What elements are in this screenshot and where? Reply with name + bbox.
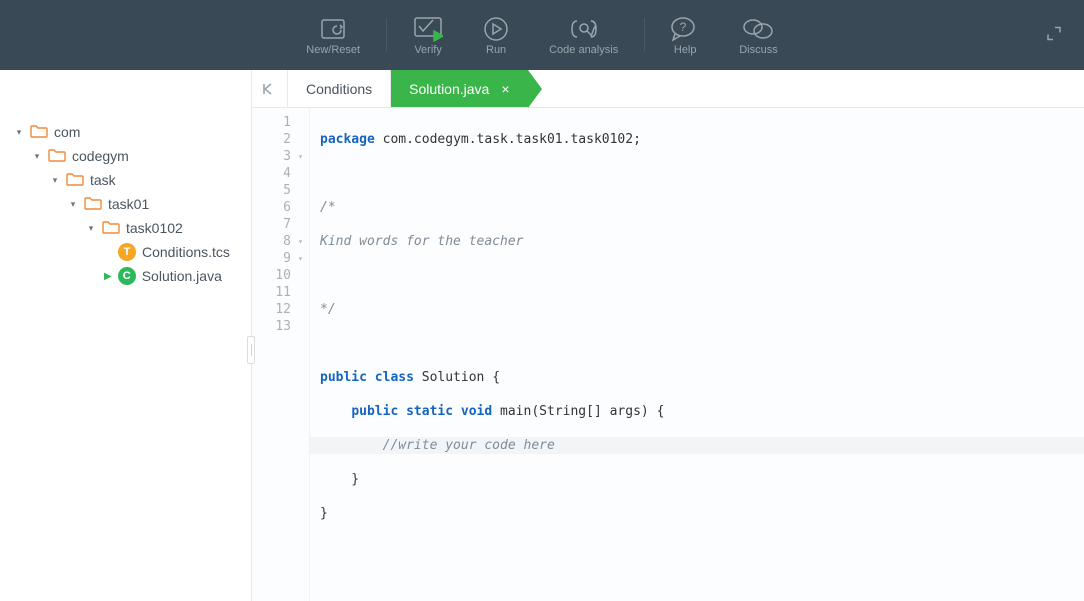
folder-icon (48, 148, 66, 165)
verify-button[interactable]: Verify (393, 0, 463, 70)
tree-file-solution[interactable]: ▶ C Solution.java (6, 264, 245, 288)
caret-down-icon: ▾ (86, 223, 96, 234)
line-number: 9 (283, 250, 291, 267)
code-analysis-button[interactable]: Code analysis (529, 0, 638, 70)
folder-icon (30, 124, 48, 141)
tab-conditions[interactable]: Conditions (288, 70, 391, 107)
toolbar-items: New/Reset Verify Run Code analysis ? (286, 0, 797, 70)
code-token: main(String[] args) { (492, 404, 664, 419)
toolbar-separator (386, 18, 387, 52)
code-editor[interactable]: 1 2 3▾ 4 5 6 7 8▾ 9▾ 10 11 12 13 package… (252, 108, 1084, 601)
class-badge-icon: C (118, 267, 136, 285)
new-reset-icon (319, 14, 347, 44)
toolbar-separator (644, 18, 645, 52)
discuss-icon (743, 14, 773, 44)
close-icon[interactable]: × (501, 82, 509, 96)
code-analysis-label: Code analysis (549, 44, 618, 56)
line-number: 6 (283, 199, 291, 216)
tree-label: task0102 (126, 220, 183, 236)
code-token: com.codegym.task.task01.task0102; (375, 132, 641, 147)
file-explorer: ▾ com ▾ codegym ▾ task ▾ task01 ▾ (0, 70, 252, 601)
folder-icon (84, 196, 102, 213)
code-token: } (320, 506, 328, 521)
run-button[interactable]: Run (463, 0, 529, 70)
new-reset-label: New/Reset (306, 44, 360, 56)
run-label: Run (486, 44, 506, 56)
caret-down-icon: ▾ (50, 175, 60, 186)
file-tree: ▾ com ▾ codegym ▾ task ▾ task01 ▾ (0, 110, 251, 298)
folder-icon (66, 172, 84, 189)
line-number: 11 (275, 284, 291, 301)
collapse-sidebar-button[interactable] (252, 70, 288, 107)
tree-label: Solution.java (142, 268, 222, 284)
code-token: */ (320, 302, 336, 317)
verify-label: Verify (414, 44, 442, 56)
tree-label: task01 (108, 196, 149, 212)
line-number: 4 (283, 165, 291, 182)
task-badge-icon: T (118, 243, 136, 261)
line-number: 13 (275, 318, 291, 335)
tree-folder-com[interactable]: ▾ com (6, 120, 245, 144)
code-token: /* (320, 200, 336, 215)
code-token: //write your code here (320, 438, 555, 453)
play-icon: ▶ (104, 271, 112, 282)
tab-solution[interactable]: Solution.java × (391, 70, 528, 107)
code-token (320, 404, 351, 419)
code-token: public class (320, 370, 414, 385)
tab-bar: Conditions Solution.java × (252, 70, 1084, 108)
code-analysis-icon (569, 14, 599, 44)
line-number: 12 (275, 301, 291, 318)
tree-label: Conditions.tcs (142, 244, 230, 260)
verify-icon (413, 14, 443, 44)
code-token: } (320, 472, 359, 487)
caret-down-icon: ▾ (14, 127, 24, 138)
line-number: 3 (283, 148, 291, 165)
tab-label: Conditions (306, 81, 372, 97)
folder-icon (102, 220, 120, 237)
svg-text:?: ? (680, 20, 687, 34)
discuss-button[interactable]: Discuss (719, 0, 798, 70)
help-button[interactable]: ? Help (651, 0, 719, 70)
tree-label: task (90, 172, 116, 188)
top-toolbar: New/Reset Verify Run Code analysis ? (0, 0, 1084, 70)
fold-icon[interactable]: ▾ (295, 233, 303, 250)
code-token: Kind words for the teacher (320, 234, 524, 249)
discuss-label: Discuss (739, 44, 778, 56)
tree-label: com (54, 124, 80, 140)
fold-icon[interactable]: ▾ (295, 148, 303, 165)
line-number: 5 (283, 182, 291, 199)
run-icon (483, 14, 509, 44)
sidebar-resize-handle[interactable] (247, 336, 255, 364)
tree-label: codegym (72, 148, 129, 164)
new-reset-button[interactable]: New/Reset (286, 0, 380, 70)
help-label: Help (674, 44, 697, 56)
editor-area: Conditions Solution.java × 1 2 3▾ 4 5 6 … (252, 70, 1084, 601)
line-gutter: 1 2 3▾ 4 5 6 7 8▾ 9▾ 10 11 12 13 (252, 108, 310, 601)
code-token: package (320, 132, 375, 147)
tree-folder-task0102[interactable]: ▾ task0102 (6, 216, 245, 240)
fold-icon[interactable]: ▾ (295, 250, 303, 267)
caret-down-icon: ▾ (68, 199, 78, 210)
expand-icon[interactable] (1046, 26, 1062, 45)
line-number: 7 (283, 216, 291, 233)
tree-folder-codegym[interactable]: ▾ codegym (6, 144, 245, 168)
caret-down-icon: ▾ (32, 151, 42, 162)
line-number: 1 (283, 114, 291, 131)
main-area: ▾ com ▾ codegym ▾ task ▾ task01 ▾ (0, 70, 1084, 601)
tree-folder-task01[interactable]: ▾ task01 (6, 192, 245, 216)
tab-label: Solution.java (409, 81, 489, 97)
code-token: Solution { (414, 370, 500, 385)
tree-folder-task[interactable]: ▾ task (6, 168, 245, 192)
line-number: 8 (283, 233, 291, 250)
code-content[interactable]: package com.codegym.task.task01.task0102… (310, 108, 1084, 601)
line-number: 10 (275, 267, 291, 284)
tree-file-conditions[interactable]: T Conditions.tcs (6, 240, 245, 264)
line-number: 2 (283, 131, 291, 148)
code-token: public static void (351, 404, 492, 419)
help-icon: ? (671, 14, 699, 44)
